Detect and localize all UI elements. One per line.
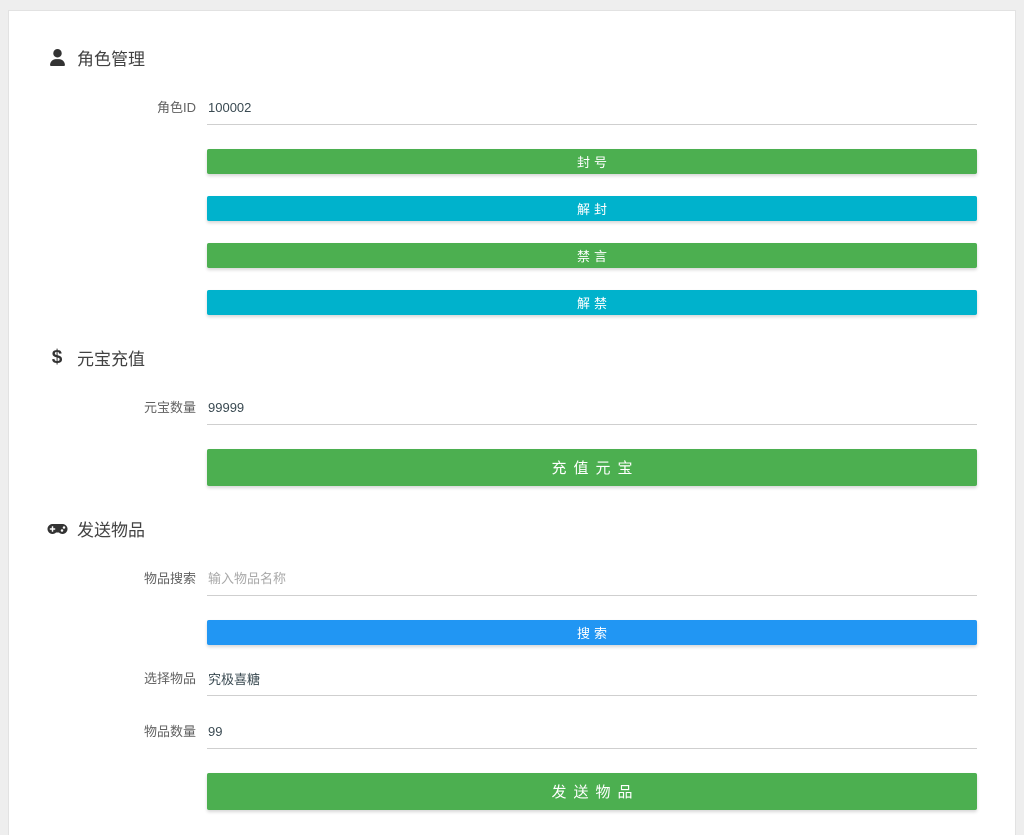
item-search-button[interactable]: 搜索 [207, 620, 977, 645]
yuanbao-amount-input[interactable] [207, 396, 977, 425]
send-item-button[interactable]: 发送物品 [207, 773, 977, 810]
unban-button-row: 解封 [207, 196, 977, 221]
section-title-text: 发送物品 [77, 516, 145, 541]
unban-button[interactable]: 解封 [207, 196, 977, 221]
unmute-button-row: 解禁 [207, 290, 977, 315]
ban-button-row: 封号 [207, 149, 977, 174]
section-title-recharge: $ 元宝充值 [46, 345, 1015, 370]
section-role-management: 角色管理 角色ID 封号 解封 禁言 解禁 [9, 45, 1015, 315]
item-quantity-input[interactable] [207, 720, 977, 749]
recharge-yuanbao-button[interactable]: 充值元宝 [207, 449, 977, 486]
item-select-label: 选择物品 [9, 668, 207, 696]
user-icon [46, 49, 68, 66]
form-row-item-quantity: 物品数量 [9, 720, 977, 749]
form-row-item-search: 物品搜索 [9, 567, 977, 596]
item-search-label: 物品搜索 [9, 568, 207, 596]
unmute-button[interactable]: 解禁 [207, 290, 977, 315]
item-search-button-row: 搜索 [207, 620, 977, 645]
send-item-button-row: 发送物品 [207, 773, 977, 810]
yuanbao-amount-label: 元宝数量 [9, 397, 207, 425]
section-title-text: 元宝充值 [77, 345, 145, 370]
dollar-icon: $ [46, 347, 68, 369]
form-row-role-id: 角色ID [9, 96, 977, 125]
section-yuanbao-recharge: $ 元宝充值 元宝数量 充值元宝 [9, 345, 1015, 486]
mute-button[interactable]: 禁言 [207, 243, 977, 268]
section-title-send-item: 发送物品 [46, 516, 1015, 541]
form-row-yuanbao-amount: 元宝数量 [9, 396, 977, 425]
ban-button[interactable]: 封号 [207, 149, 977, 174]
item-search-input[interactable] [207, 567, 977, 596]
section-title-text: 角色管理 [77, 45, 145, 70]
gamepad-icon [46, 521, 68, 537]
form-row-item-select: 选择物品 [9, 667, 977, 696]
admin-panel-card: 角色管理 角色ID 封号 解封 禁言 解禁 $ 元宝充值 元宝数量 [8, 10, 1016, 835]
item-select-input[interactable] [207, 667, 977, 696]
role-id-label: 角色ID [9, 97, 207, 125]
section-send-item: 发送物品 物品搜索 搜索 选择物品 物品数量 发送物品 [9, 516, 1015, 810]
role-id-input[interactable] [207, 96, 977, 125]
mute-button-row: 禁言 [207, 243, 977, 268]
section-title-role: 角色管理 [46, 45, 1015, 70]
recharge-button-row: 充值元宝 [207, 449, 977, 486]
item-quantity-label: 物品数量 [9, 721, 207, 749]
